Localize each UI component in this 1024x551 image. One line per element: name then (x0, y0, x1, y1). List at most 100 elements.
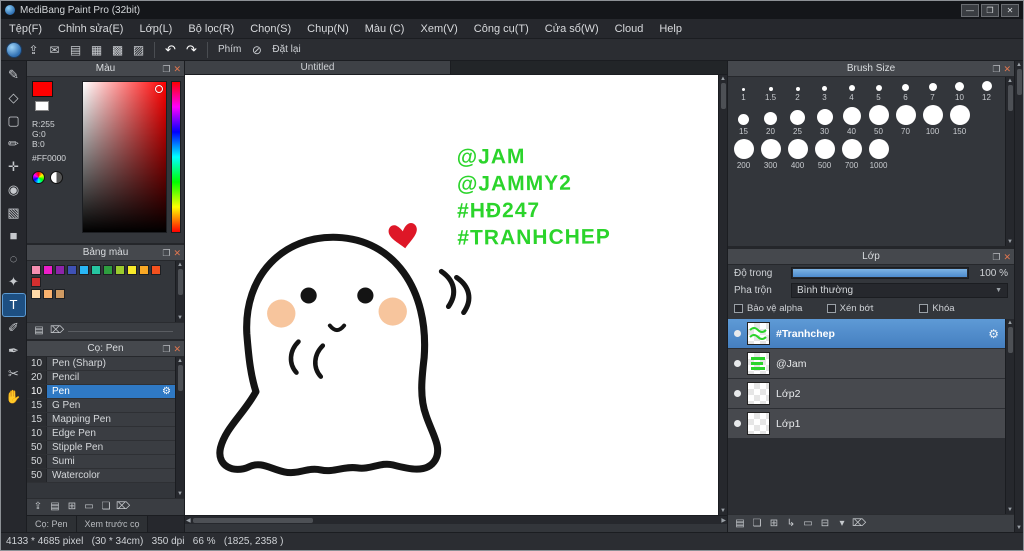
marquee-select-tool[interactable]: ▢ (3, 110, 25, 132)
menu-item[interactable]: Cửa sổ(W) (537, 19, 607, 39)
canvas-horizontal-scrollbar[interactable]: ◀ ▶ (185, 515, 727, 524)
redo-button[interactable]: ↷ (182, 41, 201, 59)
palette-swatch[interactable] (55, 289, 65, 299)
magic-wand-tool[interactable]: ✦ (3, 271, 25, 293)
fg-bg-swatches[interactable] (32, 81, 72, 115)
blend-mode-dropdown[interactable]: Bình thường ▼ (791, 283, 1008, 298)
brush-list-item[interactable]: 20 Pencil ⚙ (27, 371, 175, 385)
brush-folder-icon[interactable]: ▭ (82, 500, 96, 514)
fill-bucket-tool[interactable]: ◉ (3, 179, 25, 201)
brush-size-option[interactable]: 100 (919, 105, 946, 136)
palette-swatch[interactable] (115, 265, 125, 275)
popout-icon[interactable]: ❐ (162, 245, 170, 261)
brush-size-option[interactable]: 10 (946, 82, 973, 102)
brush-size-option[interactable]: 25 (784, 110, 811, 136)
brush-list-item[interactable]: 10 Pen ⚙ (27, 385, 175, 399)
delete-palette-icon[interactable]: ⌦ (50, 324, 64, 338)
brush-size-option[interactable]: 6 (892, 84, 919, 102)
message-icon[interactable]: ✉ (45, 41, 64, 59)
brush-size-option[interactable]: 15 (730, 114, 757, 136)
add-brush-icon[interactable]: ⊞ (65, 500, 79, 514)
close-icon[interactable]: ✕ (1003, 249, 1011, 265)
popout-icon[interactable]: ❐ (992, 249, 1000, 265)
color-compare-icon[interactable] (50, 171, 63, 184)
brush-size-option[interactable]: 2 (784, 87, 811, 102)
hand-tool[interactable]: ✋ (3, 386, 25, 408)
popout-icon[interactable]: ❐ (992, 61, 1000, 77)
document-icon[interactable]: ▤ (66, 41, 85, 59)
foreground-color-swatch[interactable] (32, 81, 53, 97)
hue-slider[interactable] (171, 81, 181, 233)
palette-swatch[interactable] (31, 277, 41, 287)
brush-size-option[interactable]: 1 (730, 88, 757, 102)
brush-size-option[interactable]: 12 (973, 81, 1000, 102)
layer-visibility-toggle[interactable] (734, 330, 741, 337)
text-tool[interactable]: T (1, 293, 26, 317)
brush-size-option[interactable]: 300 (757, 139, 784, 170)
panel-layout-icon[interactable]: ▦ (87, 41, 106, 59)
close-button[interactable]: ✕ (1001, 3, 1019, 17)
right-column-scrollbar[interactable]: ▲ ▼ (1014, 61, 1023, 532)
brush-size-option[interactable]: 3 (811, 86, 838, 102)
duplicate-brush-icon[interactable]: ❏ (99, 500, 113, 514)
brush-list-item[interactable]: 10 Pen (Sharp) ⚙ (27, 357, 175, 371)
menu-item[interactable]: Tệp(F) (1, 19, 50, 39)
brush-list-item[interactable]: 15 Mapping Pen ⚙ (27, 413, 175, 427)
popout-icon[interactable]: ❐ (162, 341, 170, 357)
active-brush-color-icon[interactable] (6, 41, 22, 58)
palette-swatch[interactable] (79, 265, 89, 275)
menu-item[interactable]: Chỉnh sửa(E) (50, 19, 131, 39)
menu-item[interactable]: Màu (C) (357, 19, 413, 39)
brush-size-option[interactable]: 4 (838, 85, 865, 102)
brush-size-option[interactable]: 1000 (865, 139, 892, 170)
brush-list-item[interactable]: 50 Stipple Pen ⚙ (27, 441, 175, 455)
close-icon[interactable]: ✕ (1003, 61, 1011, 77)
close-icon[interactable]: ✕ (173, 341, 181, 357)
palette-swatch[interactable] (55, 265, 65, 275)
gradient-tool[interactable]: ▧ (3, 202, 25, 224)
brush-list-item[interactable]: 50 Watercolor ⚙ (27, 469, 175, 483)
brush-size-option[interactable]: 5 (865, 85, 892, 102)
new-brush-icon[interactable]: ▤ (48, 500, 62, 514)
reset-button[interactable]: Đặt lại (272, 44, 300, 55)
layer-list-scrollbar[interactable]: ▲ ▼ (1005, 319, 1014, 514)
brush-list-item[interactable]: 10 Edge Pen ⚙ (27, 427, 175, 441)
menu-item[interactable]: Cloud (607, 19, 652, 39)
layer-row[interactable]: #Tranhchep ⚙ (728, 319, 1005, 348)
brush-size-option[interactable]: 1.5 (757, 87, 784, 102)
select-pen-tool[interactable]: ✐ (3, 317, 25, 339)
palette-swatch[interactable] (127, 265, 137, 275)
tab-brush-preview[interactable]: Xem trước cọ (76, 516, 149, 532)
layer-visibility-toggle[interactable] (734, 390, 741, 397)
layer-option-checkbox[interactable]: Xén bớt (826, 303, 916, 314)
brush-size-option[interactable]: 70 (892, 105, 919, 136)
disable-snap-icon[interactable]: ⊘ (247, 41, 266, 59)
eraser-tool[interactable]: ◇ (3, 87, 25, 109)
tab-brush[interactable]: Cọ: Pen (27, 516, 77, 532)
duplicate-layer-icon[interactable]: ❏ (750, 517, 764, 531)
color-wheel-icon[interactable] (32, 171, 45, 184)
merge-layer-icon[interactable]: ⊟ (818, 517, 832, 531)
shape-tool[interactable]: ■ (3, 225, 25, 247)
layer-visibility-toggle[interactable] (734, 420, 741, 427)
document-tab[interactable]: Untitled (185, 61, 451, 74)
saturation-value-picker[interactable] (82, 81, 167, 233)
layer-row[interactable]: Lớp2 (728, 379, 1005, 408)
palette-swatch[interactable] (67, 265, 77, 275)
palette-swatch[interactable] (91, 265, 101, 275)
layer-folder-icon[interactable]: ▭ (801, 517, 815, 531)
close-icon[interactable]: ✕ (173, 245, 181, 261)
brush-size-option[interactable]: 40 (838, 107, 865, 136)
brush-size-option[interactable]: 20 (757, 112, 784, 136)
layer-option-checkbox[interactable]: Bảo vệ alpha (734, 303, 823, 314)
palette-swatch[interactable] (31, 265, 41, 275)
brush-settings-icon[interactable]: ⚙ (162, 386, 171, 397)
undo-button[interactable]: ↶ (161, 41, 180, 59)
divide-tool[interactable]: ✂ (3, 363, 25, 385)
layer-settings-icon[interactable]: ⚙ (988, 327, 999, 341)
upload-icon[interactable]: ⇪ (24, 41, 43, 59)
menu-item[interactable]: Chọn(S) (242, 19, 299, 39)
brush-size-option[interactable]: 200 (730, 139, 757, 170)
brush-tool[interactable]: ✎ (3, 64, 25, 86)
canvas-vertical-scrollbar[interactable]: ▲ ▼ (718, 75, 727, 515)
